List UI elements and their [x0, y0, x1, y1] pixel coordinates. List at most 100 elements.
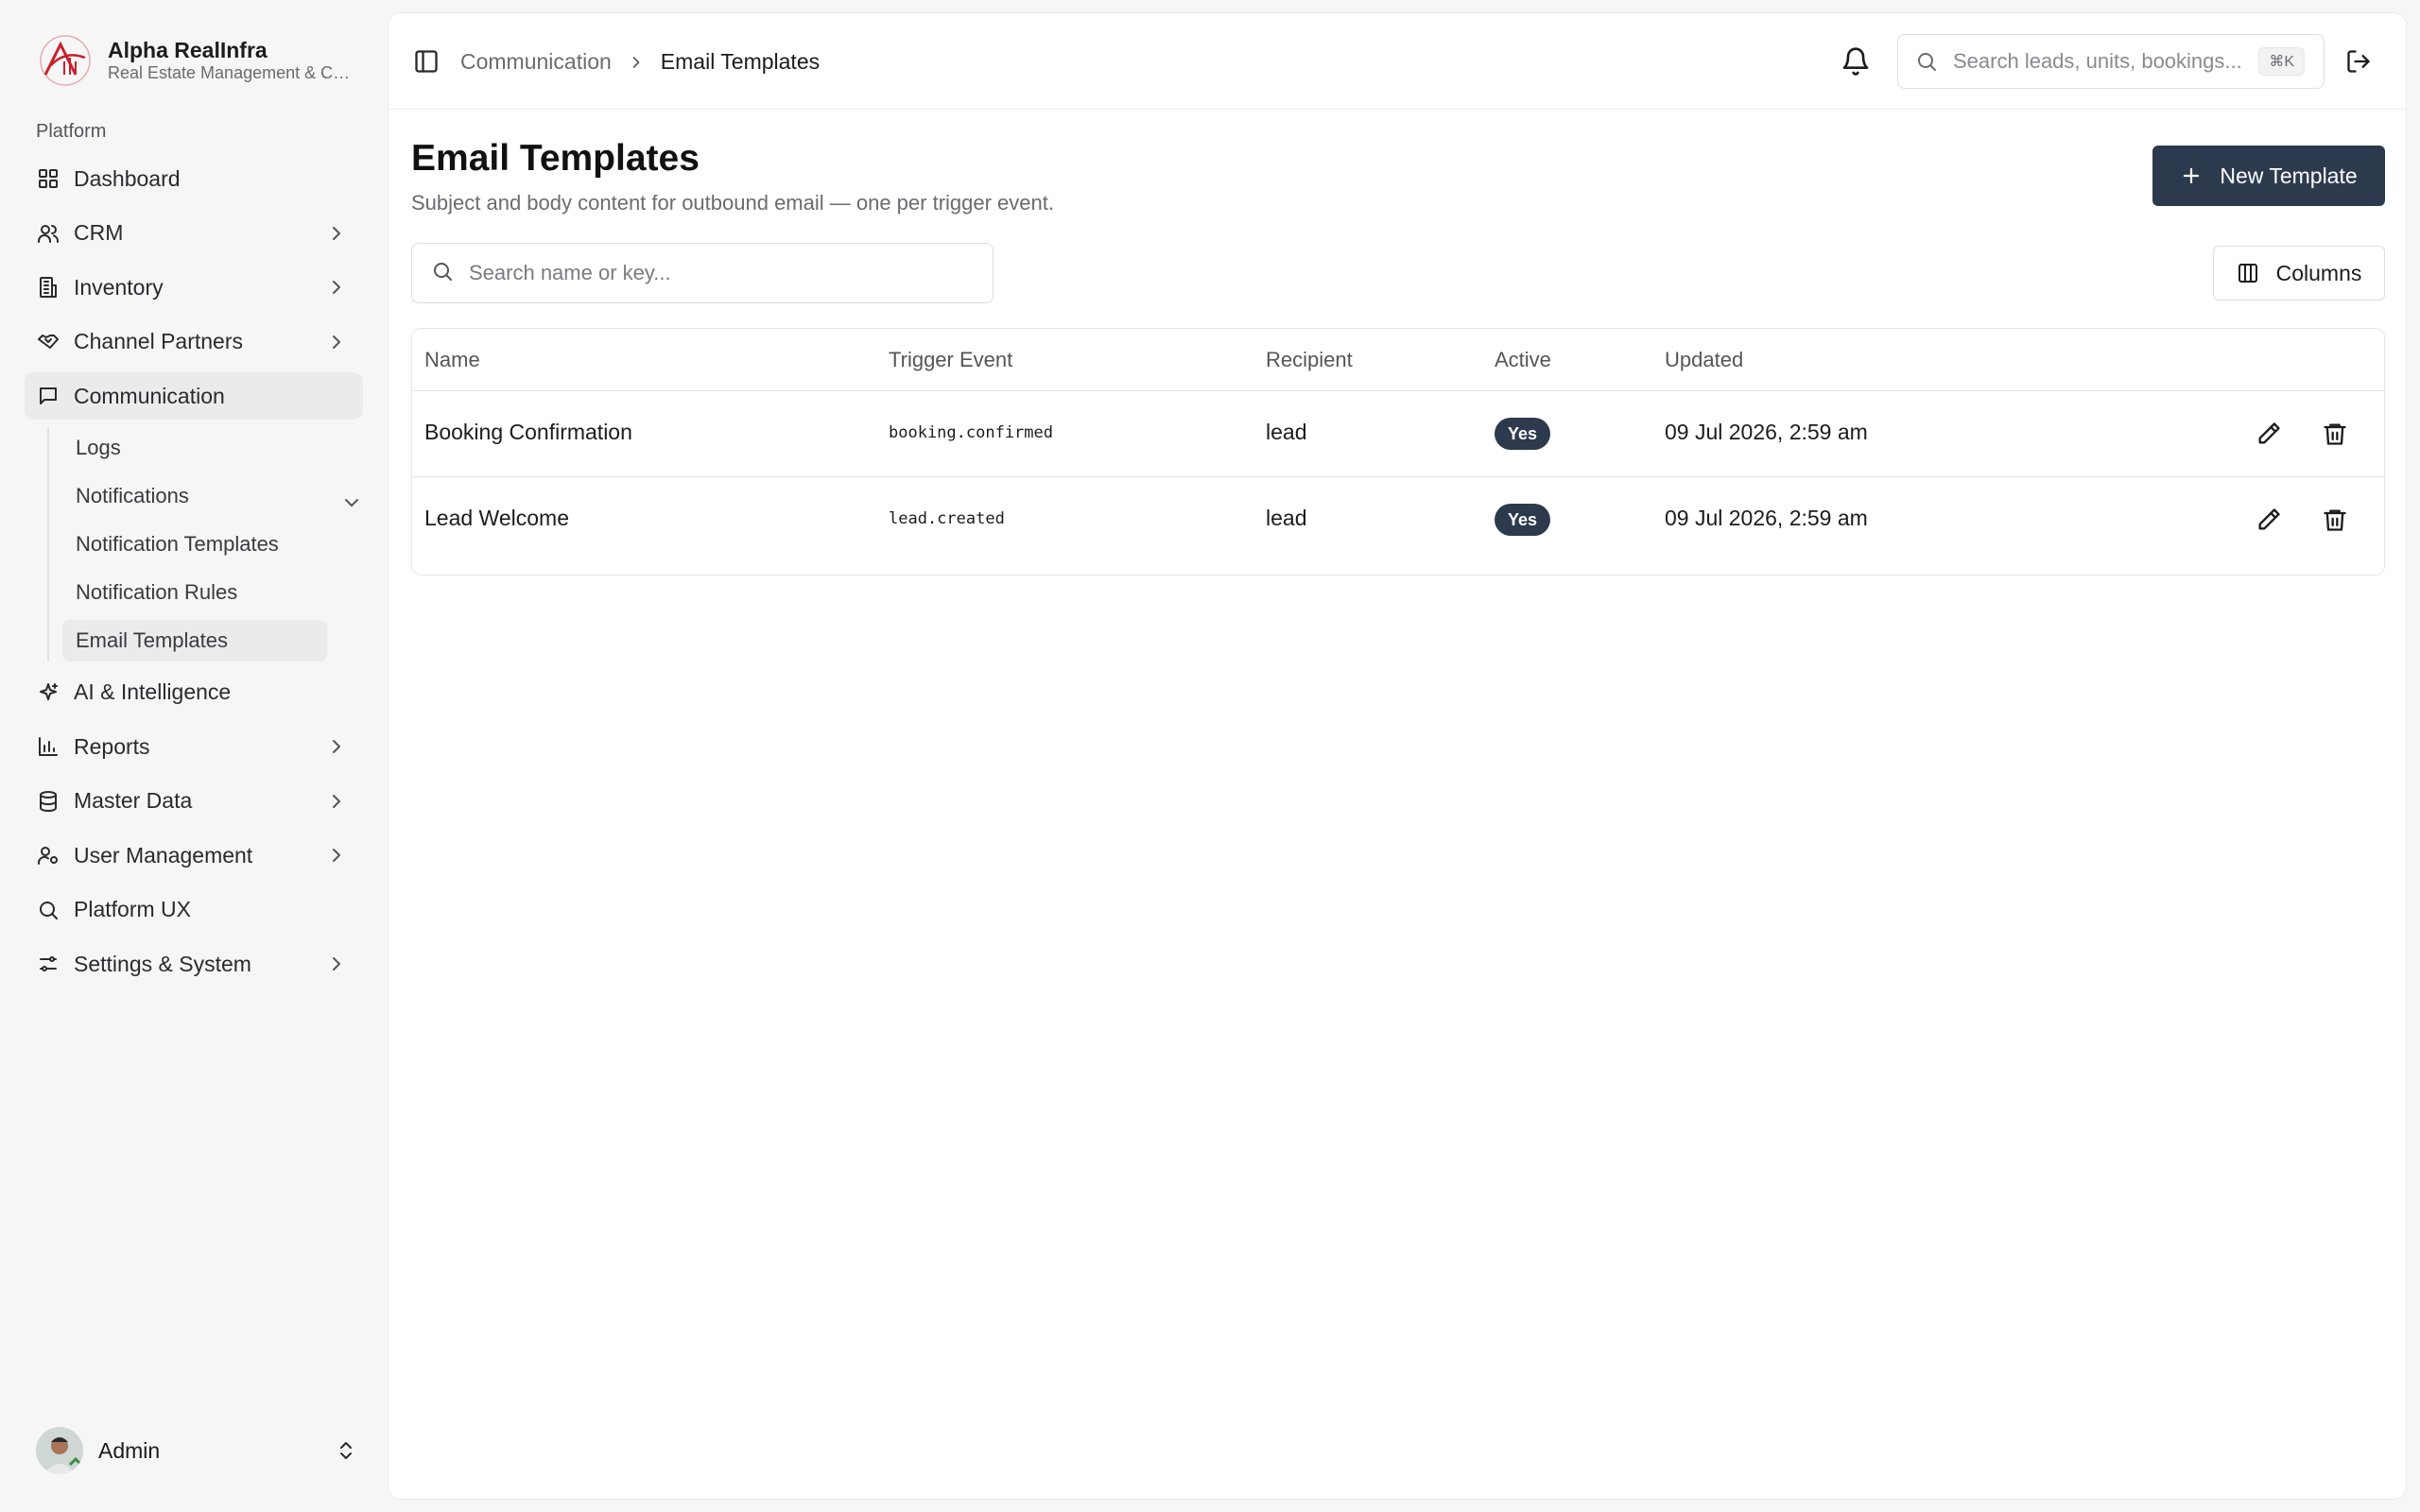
- template-search-input[interactable]: [469, 261, 979, 285]
- subnav-item-label: Email Templates: [76, 627, 228, 652]
- sidebar-item-label: Settings & System: [74, 951, 251, 976]
- bell-icon[interactable]: [1841, 46, 1871, 77]
- brand-logo-icon: [38, 33, 93, 88]
- search-icon: [431, 260, 454, 287]
- new-template-label: New Template: [2220, 163, 2358, 188]
- subnav-item-notification-rules[interactable]: Notification Rules: [62, 572, 327, 613]
- sidebar-item-label: Communication: [74, 383, 225, 408]
- message-icon: [36, 384, 60, 408]
- collapse-chevron-down-icon[interactable]: [340, 491, 363, 514]
- sparkles-icon: [36, 680, 60, 705]
- table-header: Name Trigger Event Recipient Active Upda…: [412, 329, 2384, 391]
- keyboard-shortcut-badge: ⌘K: [2258, 47, 2305, 76]
- global-search-input[interactable]: Search leads, units, bookings... ⌘K: [1897, 34, 2325, 89]
- email-templates-table: Name Trigger Event Recipient Active Upda…: [411, 328, 2385, 576]
- bar-chart-icon: [36, 734, 60, 759]
- cell-recipient: lead: [1266, 506, 1307, 530]
- chevron-right-icon: [325, 844, 348, 867]
- page-title: Email Templates: [411, 138, 700, 179]
- sidebar-item-master-data[interactable]: Master Data: [25, 778, 363, 825]
- status-badge: Yes: [1495, 504, 1551, 536]
- subnav-item-logs[interactable]: Logs: [62, 427, 327, 469]
- sidebar-item-crm[interactable]: CRM: [25, 210, 363, 257]
- plus-icon: [2180, 164, 2203, 187]
- column-header-name[interactable]: Name: [424, 348, 480, 372]
- cell-recipient: lead: [1266, 420, 1307, 444]
- sidebar-item-label: User Management: [74, 842, 253, 868]
- avatar: [36, 1427, 83, 1474]
- logout-icon[interactable]: [2345, 48, 2372, 75]
- subnav-item-email-templates[interactable]: Email Templates: [62, 619, 327, 662]
- subnav-item-label: Notification Rules: [76, 579, 238, 604]
- column-header-active[interactable]: Active: [1495, 348, 1551, 372]
- sidebar-item-label: Inventory: [74, 274, 164, 300]
- breadcrumb: Communication Email Templates: [460, 45, 820, 77]
- chevron-right-icon: [325, 331, 348, 353]
- brand[interactable]: Alpha RealInfra Real Estate Management &…: [38, 32, 359, 89]
- columns-label: Columns: [2275, 260, 2362, 285]
- sidebar-item-label: Dashboard: [74, 165, 181, 191]
- sidebar-item-ai-intelligence[interactable]: AI & Intelligence: [25, 669, 363, 716]
- communication-subnav: Logs Notifications Notification Template…: [47, 426, 363, 662]
- sidebar-item-label: Master Data: [74, 788, 193, 813]
- column-header-trigger-event[interactable]: Trigger Event: [889, 348, 1012, 372]
- breadcrumb-current: Email Templates: [660, 48, 821, 74]
- global-search-placeholder: Search leads, units, bookings...: [1953, 49, 2242, 73]
- sidebar-nav: Dashboard CRM Inventory Channel Partners…: [25, 155, 363, 995]
- pencil-icon[interactable]: [2256, 507, 2284, 535]
- sliders-icon: [36, 952, 60, 976]
- sidebar-item-dashboard[interactable]: Dashboard: [25, 155, 363, 202]
- subnav-item-label: Notifications: [76, 483, 189, 507]
- columns-icon: [2237, 262, 2259, 284]
- sidebar: Alpha RealInfra Real Estate Management &…: [0, 0, 386, 1512]
- brand-subtitle: Real Estate Management & CRM: [108, 63, 354, 82]
- breadcrumb-parent-link[interactable]: Communication: [460, 49, 612, 75]
- cell-name: Booking Confirmation: [424, 420, 632, 444]
- user-cog-icon: [36, 843, 60, 868]
- subnav-item-notifications[interactable]: Notifications: [62, 475, 327, 517]
- grid-icon: [36, 166, 60, 191]
- chevrons-up-down-icon[interactable]: [335, 1439, 357, 1462]
- user-menu[interactable]: Admin: [36, 1427, 357, 1474]
- sidebar-item-platform-ux[interactable]: Platform UX: [25, 886, 363, 934]
- chevron-right-icon: [325, 735, 348, 758]
- pencil-icon[interactable]: [2256, 421, 2284, 449]
- brand-name: Alpha RealInfra: [108, 38, 268, 62]
- sidebar-toggle-icon[interactable]: [413, 48, 440, 75]
- chevron-right-icon: [627, 52, 646, 71]
- trash-icon[interactable]: [2322, 421, 2350, 449]
- cell-trigger-event: booking.confirmed: [889, 423, 1053, 442]
- status-badge: Yes: [1495, 418, 1551, 450]
- sidebar-item-label: Reports: [74, 733, 150, 759]
- columns-button[interactable]: Columns: [2213, 246, 2385, 301]
- nav-section-label: Platform: [36, 121, 107, 142]
- chevron-right-icon: [325, 222, 348, 245]
- cell-trigger-event: lead.created: [889, 509, 1005, 528]
- sidebar-item-reports[interactable]: Reports: [25, 723, 363, 770]
- user-name: Admin: [98, 1437, 161, 1463]
- subnav-item-label: Logs: [76, 435, 121, 459]
- trash-icon[interactable]: [2322, 507, 2350, 535]
- subnav-item-label: Notification Templates: [76, 531, 279, 556]
- subnav-item-notification-templates[interactable]: Notification Templates: [62, 524, 327, 565]
- table-row[interactable]: Lead Welcome lead.created lead Yes 09 Ju…: [412, 477, 2384, 563]
- search-icon: [36, 898, 60, 922]
- sidebar-item-channel-partners[interactable]: Channel Partners: [25, 318, 363, 366]
- cell-updated: 09 Jul 2026, 2:59 am: [1665, 420, 1868, 444]
- page-subtitle: Subject and body content for outbound em…: [411, 191, 1054, 215]
- column-header-updated[interactable]: Updated: [1665, 348, 1743, 372]
- sidebar-item-label: AI & Intelligence: [74, 679, 232, 704]
- database-icon: [36, 789, 60, 814]
- handshake-icon: [36, 330, 60, 354]
- main-panel: Communication Email Templates Search lea…: [388, 12, 2407, 1500]
- table-row[interactable]: Booking Confirmation booking.confirmed l…: [412, 391, 2384, 477]
- topbar: Communication Email Templates Search lea…: [389, 13, 2406, 110]
- sidebar-item-communication[interactable]: Communication: [25, 372, 363, 420]
- building-icon: [36, 275, 60, 300]
- new-template-button[interactable]: New Template: [2152, 146, 2385, 206]
- table-search: [411, 243, 994, 303]
- sidebar-item-settings-system[interactable]: Settings & System: [25, 940, 363, 988]
- column-header-recipient[interactable]: Recipient: [1266, 348, 1353, 372]
- sidebar-item-user-management[interactable]: User Management: [25, 832, 363, 879]
- sidebar-item-inventory[interactable]: Inventory: [25, 264, 363, 311]
